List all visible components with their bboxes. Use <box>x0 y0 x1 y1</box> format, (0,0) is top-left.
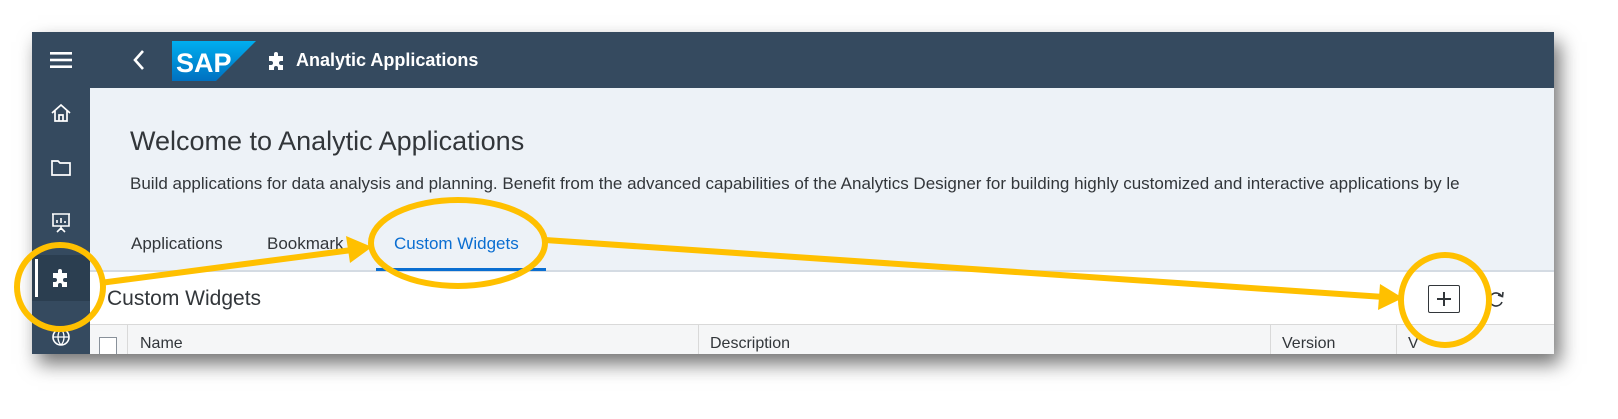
refresh-icon[interactable] <box>1486 289 1506 309</box>
column-divider <box>1270 325 1271 354</box>
column-divider <box>127 325 128 354</box>
column-header-vendor[interactable]: V <box>1408 335 1419 353</box>
menu-icon[interactable] <box>32 32 90 88</box>
column-divider <box>1396 325 1397 354</box>
column-header-name[interactable]: Name <box>140 335 183 353</box>
sap-logo[interactable]: SAP <box>172 41 256 81</box>
folder-icon <box>51 160 71 176</box>
puzzle-icon <box>53 269 67 287</box>
table-header: Name Description Version V <box>90 324 1554 354</box>
nav-item-analytic-applications[interactable] <box>32 255 90 301</box>
nav-item-stories[interactable] <box>32 200 90 246</box>
shell-bar: SAP Analytic Applications <box>32 32 1554 88</box>
plus-icon <box>1437 292 1451 306</box>
column-divider <box>698 325 699 354</box>
section-title: Custom Widgets <box>107 287 262 310</box>
content-region: Custom Widgets Name Description Version … <box>90 88 1554 354</box>
nav-item-files[interactable] <box>32 145 90 191</box>
back-button[interactable] <box>120 32 158 88</box>
svg-text:SAP: SAP <box>176 48 232 78</box>
column-header-version[interactable]: Version <box>1282 335 1335 353</box>
nav-item-home[interactable] <box>32 90 90 136</box>
side-navigation <box>32 88 90 354</box>
puzzle-icon <box>269 52 283 70</box>
globe-icon <box>52 328 70 346</box>
nav-item-more[interactable] <box>32 314 90 354</box>
select-all-checkbox[interactable] <box>99 337 117 354</box>
add-button[interactable] <box>1428 285 1460 313</box>
presentation-icon <box>52 213 70 233</box>
home-icon <box>51 103 71 122</box>
column-header-description[interactable]: Description <box>710 335 790 353</box>
app-title: Analytic Applications <box>296 50 479 70</box>
chevron-left-icon <box>133 50 144 70</box>
tab-selected-indicator <box>376 268 546 271</box>
